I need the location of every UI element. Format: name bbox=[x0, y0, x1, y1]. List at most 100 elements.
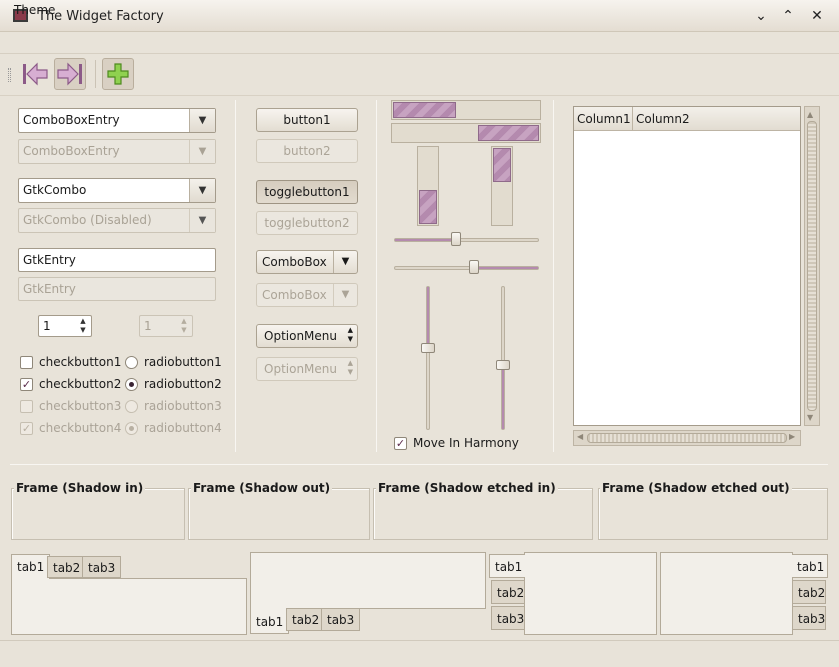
column2-header[interactable]: Column2 bbox=[633, 107, 800, 131]
maximize-button[interactable]: ⌃ bbox=[778, 6, 798, 26]
column-separator bbox=[376, 100, 377, 452]
radiobutton1[interactable] bbox=[125, 356, 138, 369]
checkbutton1-label[interactable]: checkbutton1 bbox=[39, 355, 121, 369]
gtkentry[interactable]: GtkEntry bbox=[18, 248, 216, 272]
notebook-top-tab3[interactable]: tab3 bbox=[82, 556, 122, 578]
window-title: The Widget Factory bbox=[38, 9, 164, 24]
notebook-top-tab2[interactable]: tab2 bbox=[47, 556, 87, 578]
frame-shadow-in bbox=[11, 488, 185, 540]
frame-shadow-etched-in-title: Frame (Shadow etched in) bbox=[376, 481, 558, 495]
chevron-down-icon: ▼ bbox=[189, 140, 215, 163]
combobox-text: ComboBox bbox=[262, 255, 327, 269]
checkbutton4-label: checkbutton4 bbox=[39, 421, 122, 435]
spin-button[interactable]: 1 ▲ ▼ bbox=[38, 315, 92, 337]
tree-view[interactable]: Column1 Column2 bbox=[573, 106, 801, 426]
hscale1-slider[interactable] bbox=[451, 232, 461, 246]
optionmenu[interactable]: OptionMenu ▲ ▼ bbox=[256, 324, 358, 348]
notebook-right-tab1[interactable]: tab1 bbox=[792, 554, 828, 578]
radiobutton4 bbox=[125, 422, 138, 435]
vscale1[interactable] bbox=[426, 286, 430, 430]
close-button[interactable]: ✕ bbox=[807, 6, 827, 26]
updown-arrows-icon: ▲ ▼ bbox=[347, 326, 353, 343]
button1[interactable]: button1 bbox=[256, 108, 358, 132]
hscale1[interactable] bbox=[394, 238, 539, 242]
vscale1-slider[interactable] bbox=[421, 343, 435, 353]
chevron-down-icon[interactable]: ▼ bbox=[189, 179, 215, 202]
comboboxentry-text: ComboBoxEntry bbox=[23, 113, 120, 127]
comboboxentry[interactable]: ComboBoxEntry ▼ bbox=[18, 108, 216, 133]
spin-up-icon[interactable]: ▲ bbox=[76, 317, 90, 326]
notebook-right-panel bbox=[660, 552, 793, 635]
spin-down-icon[interactable]: ▼ bbox=[76, 326, 90, 335]
hscale2[interactable] bbox=[394, 266, 539, 270]
add-button[interactable] bbox=[102, 58, 134, 90]
checkbutton3-label: checkbutton3 bbox=[39, 399, 122, 413]
notebook-left-tab1[interactable]: tab1 bbox=[489, 554, 525, 578]
scrollbar-thumb[interactable] bbox=[807, 121, 817, 411]
radiobutton2[interactable] bbox=[125, 378, 138, 391]
radiobutton4-label: radiobutton4 bbox=[144, 421, 222, 435]
vscale2[interactable] bbox=[501, 286, 505, 430]
scroll-right-icon[interactable]: ▶ bbox=[789, 432, 795, 441]
progress-bar-h2 bbox=[391, 123, 541, 143]
horizontal-separator bbox=[10, 464, 828, 465]
gtkcombo-disabled-text: GtkCombo (Disabled) bbox=[23, 213, 152, 227]
checkbutton3-box bbox=[20, 400, 33, 413]
togglebutton2: togglebutton2 bbox=[256, 211, 358, 235]
hscale2-slider[interactable] bbox=[469, 260, 479, 274]
scrollbar-thumb[interactable] bbox=[587, 433, 787, 443]
move-in-harmony-label[interactable]: Move In Harmony bbox=[413, 436, 519, 450]
chevron-down-icon: ▼ bbox=[333, 284, 357, 306]
chevron-down-icon[interactable]: ▼ bbox=[189, 109, 215, 132]
gtkentry-disabled: GtkEntry bbox=[18, 277, 216, 301]
spin-value: 1 bbox=[43, 319, 51, 333]
move-in-harmony-checkbox[interactable]: ✓ bbox=[394, 437, 407, 450]
column1-header[interactable]: Column1 bbox=[574, 107, 633, 131]
radiobutton3-label: radiobutton3 bbox=[144, 399, 222, 413]
radiobutton2-label[interactable]: radiobutton2 bbox=[144, 377, 222, 391]
horizontal-scrollbar[interactable]: ◀ ▶ bbox=[573, 430, 801, 446]
forward-icon bbox=[57, 62, 82, 86]
menu-theme[interactable]: Theme bbox=[14, 3, 55, 17]
gtkcombo[interactable]: GtkCombo ▼ bbox=[18, 178, 216, 203]
progress-fill bbox=[419, 190, 437, 224]
checkbutton2-label[interactable]: checkbutton2 bbox=[39, 377, 121, 391]
minimize-button[interactable]: ⌄ bbox=[751, 6, 771, 26]
comboboxentry-disabled: ComboBoxEntry ▼ bbox=[18, 139, 216, 164]
radiobutton1-label[interactable]: radiobutton1 bbox=[144, 355, 222, 369]
scroll-left-icon[interactable]: ◀ bbox=[577, 432, 583, 441]
notebook-right-tab2[interactable]: tab2 bbox=[792, 580, 826, 604]
gtkcombo-disabled: GtkCombo (Disabled) ▼ bbox=[18, 208, 216, 233]
spin-button-disabled: 1 ▲ ▼ bbox=[139, 315, 193, 337]
optionmenu-text: OptionMenu bbox=[264, 329, 337, 343]
scroll-up-icon[interactable]: ▲ bbox=[807, 110, 813, 119]
notebook-top-tab1[interactable]: tab1 bbox=[11, 554, 51, 579]
toolbar-grip-icon[interactable] bbox=[8, 68, 11, 82]
progress-fill bbox=[393, 102, 456, 118]
frame-shadow-out-title: Frame (Shadow out) bbox=[191, 481, 333, 495]
frame-shadow-etched-out-title: Frame (Shadow etched out) bbox=[600, 481, 792, 495]
toolbar-separator bbox=[95, 60, 96, 88]
notebook-right-tab3[interactable]: tab3 bbox=[792, 606, 826, 630]
frame-shadow-out bbox=[188, 488, 370, 540]
combobox-disabled-text: ComboBox bbox=[262, 288, 327, 302]
forward-button[interactable] bbox=[54, 58, 86, 90]
notebook-left-tab2[interactable]: tab2 bbox=[491, 580, 525, 604]
notebook-bottom-tab3[interactable]: tab3 bbox=[321, 608, 361, 631]
scale-fill bbox=[427, 287, 429, 349]
checkbutton1-box[interactable] bbox=[20, 356, 33, 369]
notebook-bottom-tab2[interactable]: tab2 bbox=[286, 608, 326, 631]
combobox[interactable]: ComboBox ▼ bbox=[256, 250, 358, 274]
notebook-left-tab3[interactable]: tab3 bbox=[491, 606, 525, 630]
togglebutton1[interactable]: togglebutton1 bbox=[256, 180, 358, 204]
spin-up-icon: ▲ bbox=[181, 317, 187, 325]
progress-bar-v2 bbox=[491, 146, 513, 226]
notebook-bottom-tab1[interactable]: tab1 bbox=[250, 608, 290, 634]
scroll-down-icon[interactable]: ▼ bbox=[807, 413, 813, 422]
vscale2-slider[interactable] bbox=[496, 360, 510, 370]
updown-arrows-icon: ▲ ▼ bbox=[347, 359, 353, 376]
vertical-scrollbar[interactable]: ▲ ▼ bbox=[804, 106, 820, 426]
combobox-disabled: ComboBox ▼ bbox=[256, 283, 358, 307]
back-button[interactable] bbox=[19, 58, 51, 90]
checkbutton2-box[interactable]: ✓ bbox=[20, 378, 33, 391]
